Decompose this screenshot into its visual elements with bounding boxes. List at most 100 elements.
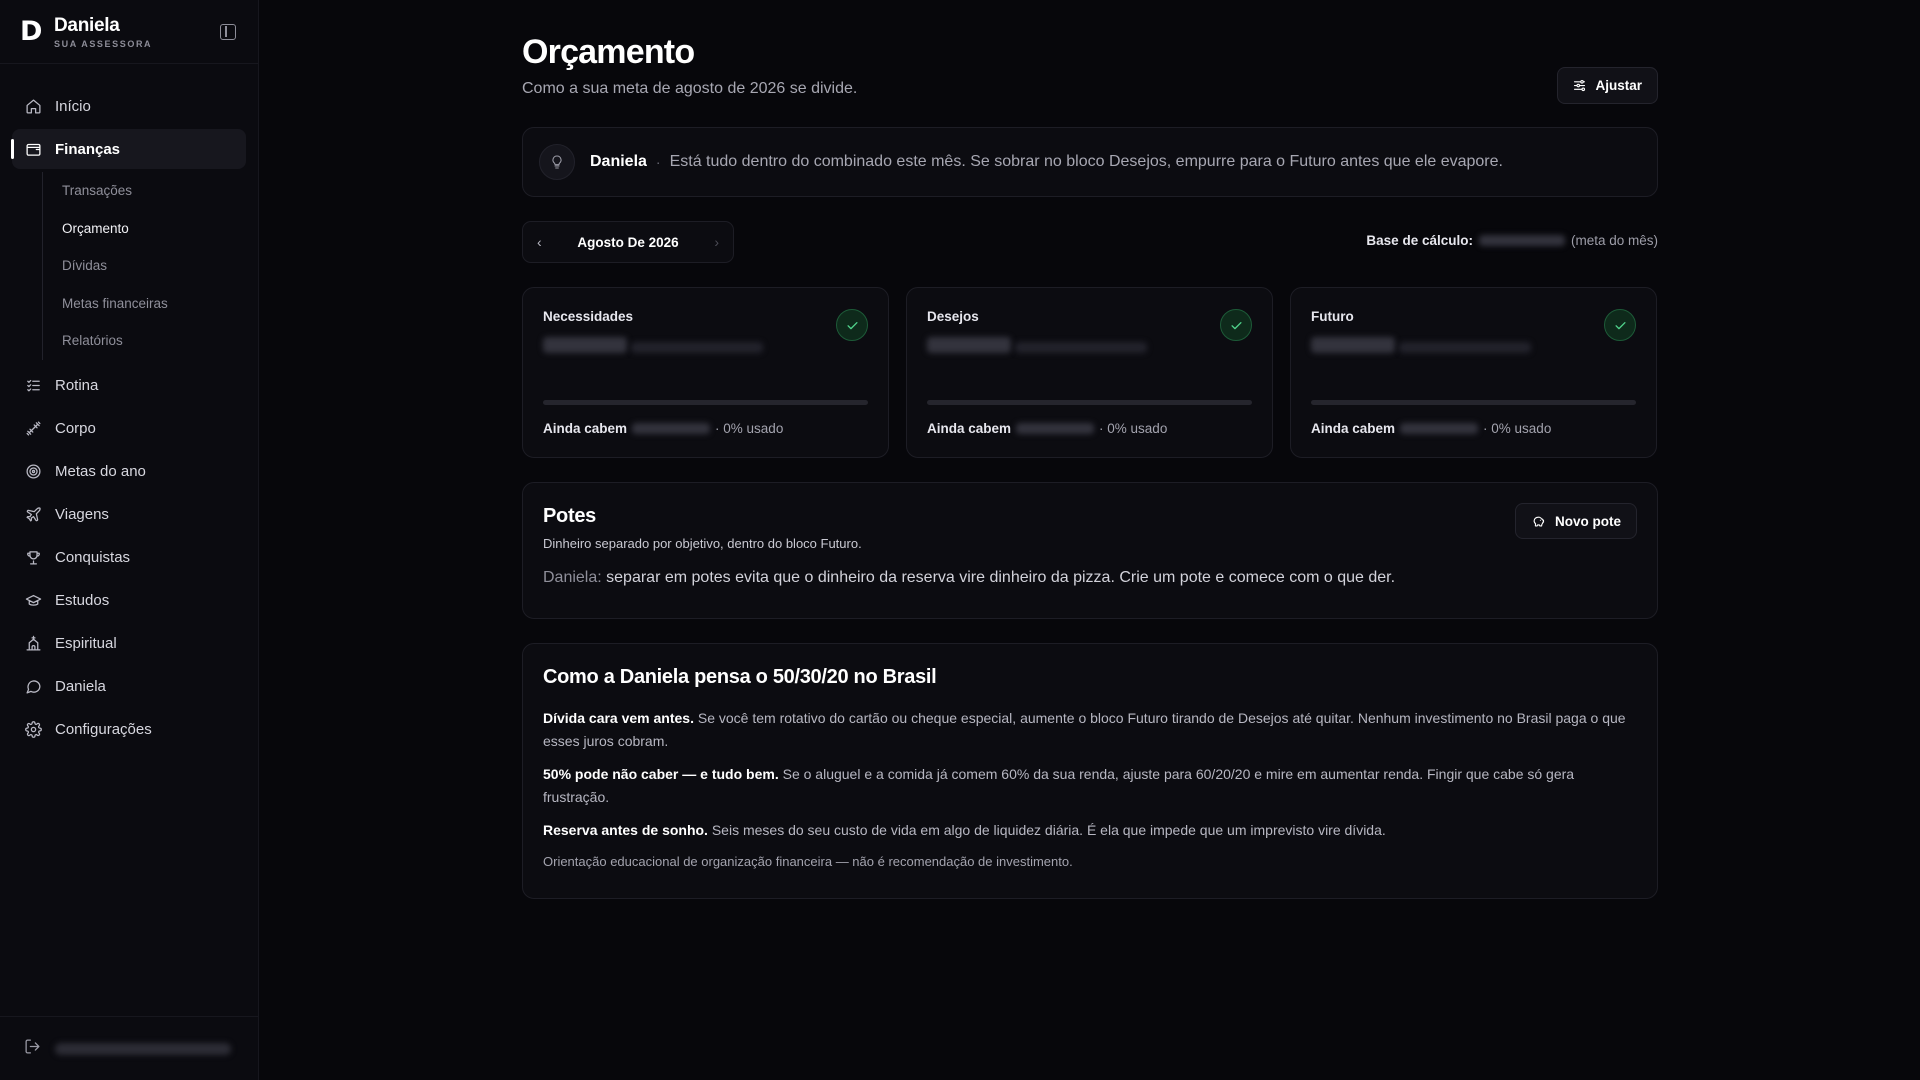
card-remaining-label: Ainda cabem <box>1311 421 1396 436</box>
card-footer: Ainda cabem · 0% usado <box>543 421 783 436</box>
gear-icon <box>24 721 42 739</box>
card-progress-bar <box>543 400 868 405</box>
potes-tip-author: Daniela: <box>543 569 602 586</box>
brand-text: Daniela SUA ASSESSORA <box>54 15 152 49</box>
card-remaining-redacted <box>632 423 711 434</box>
sidebar-item-inicio[interactable]: Início <box>12 86 246 126</box>
new-pot-label: Novo pote <box>1555 513 1621 529</box>
budget-card-necessidades[interactable]: Necessidades Ainda cabem · 0% usado <box>522 287 889 458</box>
lightbulb-icon <box>539 144 575 180</box>
sidebar-nav: Início Finanças Transações Orçamento Dív… <box>0 64 258 750</box>
month-navigator: ‹ Agosto De 2026 › <box>522 221 734 263</box>
finance-subnav: Transações Orçamento Dívidas Metas finan… <box>42 172 258 360</box>
potes-subtitle: Dinheiro separado por objetivo, dentro d… <box>543 536 862 551</box>
church-icon <box>24 635 42 653</box>
sidebar-item-label: Configurações <box>55 721 152 738</box>
card-remaining-label: Ainda cabem <box>927 421 1012 436</box>
card-amount-redacted <box>927 337 1011 353</box>
brand-subtitle: SUA ASSESSORA <box>54 38 153 49</box>
budget-card-desejos[interactable]: Desejos Ainda cabem · 0% usado <box>906 287 1273 458</box>
sidebar-item-metas-do-ano[interactable]: Metas do ano <box>12 452 246 492</box>
guide-paragraph-text: Seis meses do seu custo de vida em algo … <box>711 822 1386 838</box>
subnav-item-transacoes[interactable]: Transações <box>43 172 258 210</box>
target-icon <box>24 463 42 481</box>
sidebar-item-espiritual[interactable]: Espiritual <box>12 624 246 664</box>
new-pot-button[interactable]: Novo pote <box>1515 503 1637 539</box>
subnav-item-orcamento[interactable]: Orçamento <box>43 210 258 248</box>
check-icon <box>1220 309 1252 341</box>
sidebar-item-estudos[interactable]: Estudos <box>12 581 246 621</box>
guide-section: Como a Daniela pensa o 50/30/20 no Brasi… <box>522 643 1658 899</box>
potes-title: Potes <box>543 505 596 527</box>
adjust-button[interactable]: Ajustar <box>1557 67 1658 104</box>
sidebar-item-financas[interactable]: Finanças <box>11 129 246 169</box>
sidebar-item-daniela[interactable]: Daniela <box>12 667 246 707</box>
user-email-redacted <box>55 1042 231 1055</box>
card-subamount-redacted <box>631 342 764 353</box>
sidebar-item-viagens[interactable]: Viagens <box>12 495 246 535</box>
sidebar: D Daniela SUA ASSESSORA Início Finanças … <box>0 0 259 1080</box>
graduation-cap-icon <box>24 592 42 610</box>
subnav-item-relatorios[interactable]: Relatórios <box>43 322 258 360</box>
base-calc: Base de cálculo: (meta do mês) <box>1366 233 1658 248</box>
guide-paragraph: Dívida cara vem antes. Se você tem rotat… <box>543 707 1637 753</box>
card-usage: · 0% usado <box>1483 421 1552 436</box>
sidebar-item-configuracoes[interactable]: Configurações <box>12 710 246 750</box>
logout-icon[interactable] <box>24 1038 41 1060</box>
subnav-item-dividas[interactable]: Dívidas <box>43 247 258 285</box>
budget-card-futuro[interactable]: Futuro Ainda cabem · 0% usado <box>1290 287 1657 458</box>
month-label: Agosto De 2026 <box>577 234 679 250</box>
tip-author: Daniela <box>590 153 647 170</box>
checklist-icon <box>24 377 42 395</box>
sidebar-item-label: Rotina <box>55 377 99 394</box>
tip-text: Está tudo dentro do combinado este mês. … <box>669 153 1503 170</box>
guide-paragraph: 50% pode não caber — e tudo bem. Se o al… <box>543 763 1637 809</box>
wallet-icon <box>24 140 42 158</box>
sidebar-item-label: Metas do ano <box>55 463 146 480</box>
guide-disclaimer: Orientação educacional de organização fi… <box>543 854 1073 869</box>
budget-cards: Necessidades Ainda cabem · 0% usado Dese… <box>522 287 1658 458</box>
card-title: Desejos <box>927 309 979 324</box>
card-title: Futuro <box>1311 309 1354 324</box>
card-remaining-redacted <box>1016 423 1095 434</box>
sidebar-collapse-icon[interactable] <box>220 24 236 40</box>
card-subamount-redacted <box>1399 342 1532 353</box>
card-usage: · 0% usado <box>715 421 784 436</box>
brand: D Daniela SUA ASSESSORA <box>0 0 258 64</box>
guide-paragraph-lead: Dívida cara vem antes. <box>543 710 694 726</box>
sidebar-item-label: Viagens <box>55 506 109 523</box>
sidebar-item-corpo[interactable]: Corpo <box>12 409 246 449</box>
guide-paragraph-text: Se você tem rotativo do cartão ou cheque… <box>543 710 1626 749</box>
sidebar-item-label: Finanças <box>55 140 121 158</box>
sidebar-item-label: Corpo <box>55 420 96 437</box>
base-calc-value-redacted <box>1478 235 1565 246</box>
card-amount-redacted <box>543 337 627 353</box>
card-progress-bar <box>927 400 1252 405</box>
prev-month-button[interactable]: ‹ <box>537 234 542 250</box>
brand-logo[interactable]: D <box>20 16 44 47</box>
check-icon <box>1604 309 1636 341</box>
base-calc-label: Base de cálculo: <box>1366 233 1473 248</box>
sidebar-item-label: Espiritual <box>55 635 117 652</box>
dumbbell-icon <box>24 420 42 438</box>
check-icon <box>836 309 868 341</box>
subnav-item-metas-financeiras[interactable]: Metas financeiras <box>43 285 258 323</box>
potes-tip-text: separar em potes evita que o dinheiro da… <box>606 569 1396 586</box>
card-footer: Ainda cabem · 0% usado <box>927 421 1167 436</box>
plane-icon <box>24 506 42 524</box>
adjust-button-label: Ajustar <box>1595 78 1642 93</box>
guide-title: Como a Daniela pensa o 50/30/20 no Brasi… <box>543 666 937 688</box>
assistant-tip-card: Daniela · Está tudo dentro do combinado … <box>522 127 1658 197</box>
chat-bubble-icon <box>24 678 42 696</box>
card-amount-redacted <box>1311 337 1395 353</box>
sidebar-item-label: Conquistas <box>55 549 131 566</box>
card-title: Necessidades <box>543 309 634 324</box>
next-month-button[interactable]: › <box>714 234 719 250</box>
sidebar-item-conquistas[interactable]: Conquistas <box>12 538 246 578</box>
sidebar-item-label: Daniela <box>55 678 106 695</box>
card-footer: Ainda cabem · 0% usado <box>1311 421 1551 436</box>
sidebar-item-rotina[interactable]: Rotina <box>12 366 246 406</box>
brand-name: Daniela <box>54 14 120 36</box>
potes-tip: Daniela: separar em potes evita que o di… <box>543 569 1637 587</box>
card-remaining-redacted <box>1400 423 1479 434</box>
